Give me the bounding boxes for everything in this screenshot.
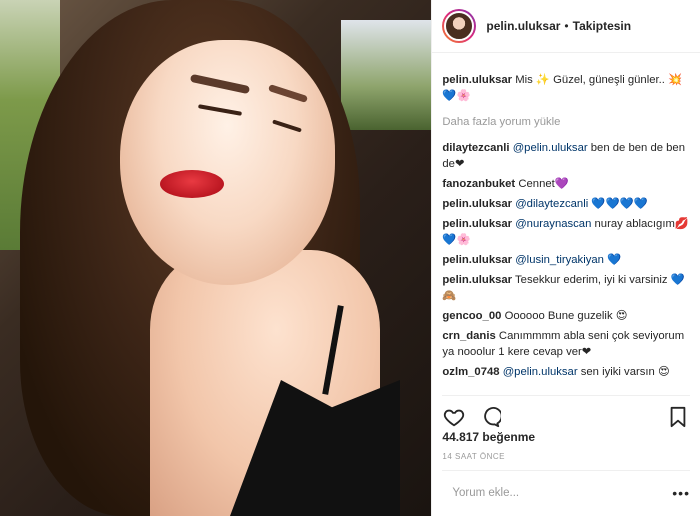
caption-username[interactable]: pelin.uluksar: [442, 74, 512, 86]
comment-item: pelin.uluksar @lusin_tiryakiyan 💙: [442, 252, 694, 268]
action-bar: [442, 395, 690, 432]
avatar[interactable]: [442, 9, 477, 43]
comment-icon[interactable]: [478, 405, 502, 429]
post-header: pelin.uluksar • Takiptesin: [432, 0, 700, 53]
comment-item: ozlm_0748 @pelin.uluksar sen iyiki varsı…: [442, 364, 694, 380]
comment-item: fanozanbuket Cennet💜: [442, 176, 694, 192]
comment-username[interactable]: gencoo_00: [442, 310, 501, 322]
comments-list[interactable]: pelin.uluksar Mis ✨ Güzel, güneşli günle…: [442, 60, 694, 388]
face-shape: [120, 40, 335, 285]
post-photo[interactable]: [0, 0, 432, 516]
more-options-icon[interactable]: •••: [672, 485, 690, 501]
comment-mention[interactable]: @nuraynascan: [515, 218, 591, 230]
comment-username[interactable]: fanozanbuket: [442, 178, 515, 190]
load-more-comments[interactable]: Daha fazla yorum yükle: [442, 114, 694, 130]
lips-shape: [160, 170, 224, 198]
comment-mention[interactable]: @pelin.uluksar: [513, 142, 588, 154]
comment-item: pelin.uluksar @nuraynascan nuray ablacıg…: [442, 216, 694, 248]
comment-item: pelin.uluksar Tesekkur ederim, iyi ki va…: [442, 272, 694, 304]
comment-text: Cennet💜: [518, 178, 569, 190]
instagram-post: pelin.uluksar • Takiptesin pelin.uluksar…: [0, 0, 700, 516]
header-separator: •: [564, 19, 569, 33]
comment-text: Oooooo Bune guzelik 😍: [504, 310, 628, 322]
like-count[interactable]: 44.817 beğenme: [442, 430, 535, 444]
comment-input[interactable]: Yorum ekle...: [442, 487, 672, 499]
comment-item: pelin.uluksar @dilaytezcanli 💙💙💙💙: [442, 196, 694, 212]
add-comment-bar: Yorum ekle... •••: [442, 470, 690, 515]
bookmark-icon[interactable]: [666, 405, 690, 429]
comment-item: dilaytezcanli @pelin.uluksar ben de ben …: [442, 140, 694, 172]
post-timestamp: 14 SAAT ÖNCE: [442, 452, 506, 461]
comment-username[interactable]: crn_danis: [442, 330, 495, 342]
comment-text: sen iyiki varsın 😍: [577, 366, 670, 378]
comment-username[interactable]: dilaytezcanli: [442, 142, 509, 154]
comment-username[interactable]: pelin.uluksar: [442, 198, 512, 210]
comment-mention[interactable]: @dilaytezcanli: [515, 198, 588, 210]
car-window-right: [341, 20, 432, 130]
comment-item: gencoo_00 Oooooo Bune guzelik 😍: [442, 308, 694, 324]
header-username[interactable]: pelin.uluksar: [486, 19, 560, 33]
caption: pelin.uluksar Mis ✨ Güzel, güneşli günle…: [442, 72, 694, 104]
comment-username[interactable]: pelin.uluksar: [442, 254, 512, 266]
comment-item: crn_danis Canımmmm abla seni çok seviyor…: [442, 328, 694, 360]
heart-icon[interactable]: [442, 405, 466, 429]
comment-text: 💙💙💙💙: [588, 198, 648, 210]
comment-mention[interactable]: @lusin_tiryakiyan: [515, 254, 604, 266]
comment-username[interactable]: ozlm_0748: [442, 366, 499, 378]
comment-text: 💙: [603, 254, 622, 266]
comment-username[interactable]: pelin.uluksar: [442, 274, 512, 286]
post-sidebar: pelin.uluksar • Takiptesin pelin.uluksar…: [431, 0, 700, 516]
avatar-image: [444, 11, 475, 41]
follow-status[interactable]: Takiptesin: [573, 19, 631, 33]
comment-username[interactable]: pelin.uluksar: [442, 218, 512, 230]
comment-mention[interactable]: @pelin.uluksar: [503, 366, 578, 378]
